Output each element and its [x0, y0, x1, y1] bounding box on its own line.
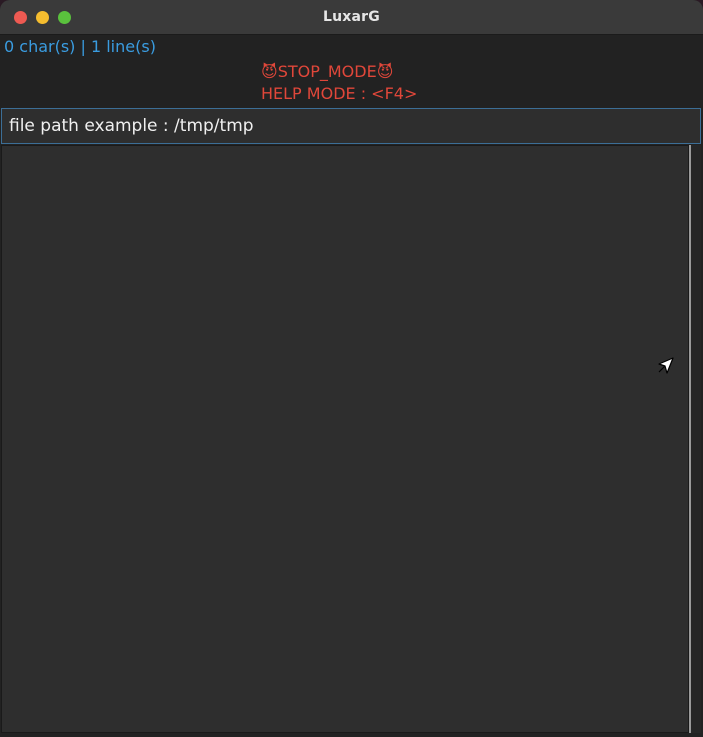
stop-mode-indicator: 😈STOP_MODE😈 [261, 62, 393, 81]
help-mode-hint: HELP MODE : <F4> [261, 84, 418, 103]
window-title: LuxarG [323, 9, 380, 25]
editor-scrollbar[interactable] [689, 145, 701, 733]
text-editor-area[interactable] [1, 145, 689, 733]
char-line-counter: 0 char(s) | 1 line(s) [4, 37, 156, 56]
devil-face-icon: 😈 [376, 62, 394, 81]
file-path-input[interactable] [1, 108, 701, 144]
title-bar[interactable]: LuxarG [0, 0, 703, 35]
app-window: LuxarG 0 char(s) | 1 line(s) 😈STOP_MODE😈… [0, 0, 703, 737]
stop-mode-label: STOP_MODE [277, 62, 377, 81]
devil-face-icon: 😈 [261, 62, 278, 81]
mouse-pointer-icon [658, 357, 674, 374]
